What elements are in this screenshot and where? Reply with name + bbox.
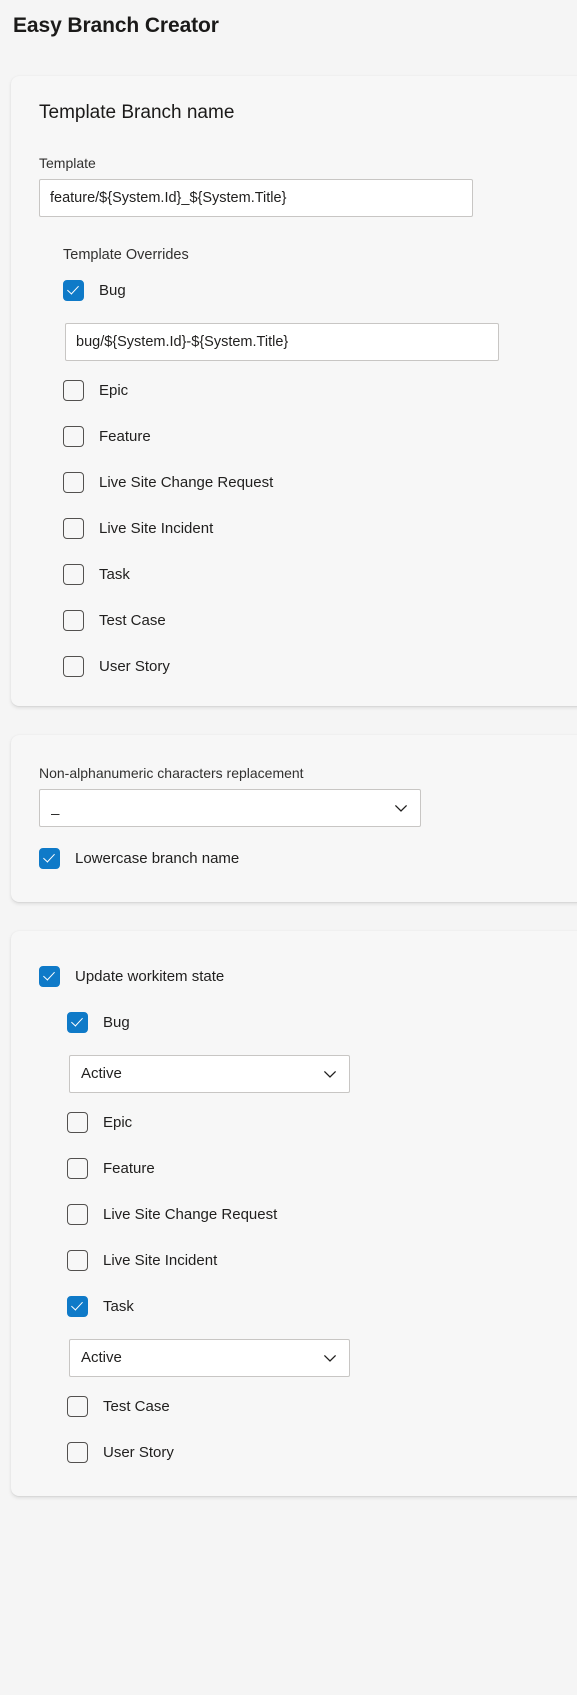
state-select-bug[interactable]: Active (69, 1054, 350, 1093)
state-row-bug[interactable]: Bug (67, 1009, 567, 1036)
checkbox-override-task[interactable] (63, 563, 84, 585)
checkbox-override-live-site-incident[interactable] (63, 517, 84, 539)
override-input-bug[interactable]: bug/${System.Id}-${System.Title} (65, 322, 499, 361)
checkbox-override-bug[interactable] (63, 279, 84, 301)
override-row-live-site-change-request[interactable]: Live Site Change Request (63, 469, 567, 496)
override-row-feature[interactable]: Feature (63, 423, 567, 450)
override-label-bug: Bug (99, 281, 126, 299)
state-label-bug: Bug (103, 1013, 130, 1031)
override-label-feature: Feature (99, 427, 151, 445)
state-row-live-site-incident[interactable]: Live Site Incident (67, 1247, 567, 1274)
replacement-select[interactable]: _ (39, 788, 421, 827)
checkbox-override-epic[interactable] (63, 379, 84, 401)
template-branch-name-card: Template Branch name Template feature/${… (11, 76, 577, 706)
state-select-task[interactable]: Active (69, 1338, 350, 1377)
checkbox-override-user-story[interactable] (63, 655, 84, 677)
checkbox-state-live-site-incident[interactable] (67, 1249, 88, 1271)
state-row-task[interactable]: Task (67, 1293, 567, 1320)
state-select-task-value: Active (81, 1349, 122, 1367)
state-row-feature[interactable]: Feature (67, 1155, 567, 1182)
checkbox-state-bug[interactable] (67, 1011, 88, 1033)
replacement-card: Non-alphanumeric characters replacement … (11, 734, 577, 902)
lowercase-branch-name-label: Lowercase branch name (75, 849, 240, 867)
checkbox-update-workitem-state[interactable] (39, 965, 60, 987)
chevron-down-icon (393, 800, 409, 816)
checkbox-state-epic[interactable] (67, 1111, 88, 1133)
override-row-user-story[interactable]: User Story (63, 653, 567, 680)
checkbox-override-live-site-change-request[interactable] (63, 471, 84, 493)
state-select-bug-value: Active (81, 1065, 122, 1083)
state-label-live-site-change-request: Live Site Change Request (103, 1205, 278, 1223)
settings-cards: Template Branch name Template feature/${… (0, 38, 577, 1496)
checkbox-override-feature[interactable] (63, 425, 84, 447)
chevron-down-icon (322, 1066, 338, 1082)
lowercase-branch-name-row[interactable]: Lowercase branch name (39, 845, 567, 872)
update-workitem-state-label: Update workitem state (75, 967, 225, 985)
replacement-label: Non-alphanumeric characters replacement (39, 764, 304, 781)
replacement-selected-value: _ (51, 799, 60, 817)
override-row-test-case[interactable]: Test Case (63, 607, 567, 634)
workitem-state-list: Bug Active Epic Feature Live Site Change… (39, 1009, 567, 1466)
override-label-task: Task (99, 565, 130, 583)
state-label-live-site-incident: Live Site Incident (103, 1251, 218, 1269)
override-label-epic: Epic (99, 381, 129, 399)
override-label-live-site-incident: Live Site Incident (99, 519, 214, 537)
state-row-test-case[interactable]: Test Case (67, 1393, 567, 1420)
override-label-test-case: Test Case (99, 611, 166, 629)
update-workitem-state-card: Update workitem state Bug Active Epic Fe… (11, 930, 577, 1496)
state-row-live-site-change-request[interactable]: Live Site Change Request (67, 1201, 567, 1228)
checkbox-override-test-case[interactable] (63, 609, 84, 631)
override-label-live-site-change-request: Live Site Change Request (99, 473, 274, 491)
override-row-task[interactable]: Task (63, 561, 567, 588)
checkbox-state-feature[interactable] (67, 1157, 88, 1179)
state-label-task: Task (103, 1297, 134, 1315)
override-row-live-site-incident[interactable]: Live Site Incident (63, 515, 567, 542)
state-label-user-story: User Story (103, 1443, 174, 1461)
checkbox-state-test-case[interactable] (67, 1395, 88, 1417)
checkbox-state-task[interactable] (67, 1295, 88, 1317)
chevron-down-icon (322, 1350, 338, 1366)
state-label-test-case: Test Case (103, 1397, 170, 1415)
template-field-label: Template (39, 154, 96, 171)
checkbox-state-user-story[interactable] (67, 1441, 88, 1463)
override-row-bug[interactable]: Bug (63, 277, 567, 304)
override-row-epic[interactable]: Epic (63, 377, 567, 404)
checkbox-lowercase-branch-name[interactable] (39, 847, 60, 869)
template-input[interactable]: feature/${System.Id}_${System.Title} (39, 178, 473, 217)
template-overrides-label: Template Overrides (63, 246, 189, 263)
checkbox-state-live-site-change-request[interactable] (67, 1203, 88, 1225)
state-label-epic: Epic (103, 1113, 133, 1131)
override-label-user-story: User Story (99, 657, 170, 675)
page-title: Easy Branch Creator (13, 14, 219, 37)
card-heading-template: Template Branch name (39, 102, 235, 123)
state-row-user-story[interactable]: User Story (67, 1439, 567, 1466)
state-label-feature: Feature (103, 1159, 155, 1177)
template-overrides-group: Template Overrides Bug bug/${System.Id}-… (39, 247, 567, 680)
state-row-epic[interactable]: Epic (67, 1109, 567, 1136)
update-workitem-state-row[interactable]: Update workitem state (39, 963, 567, 990)
